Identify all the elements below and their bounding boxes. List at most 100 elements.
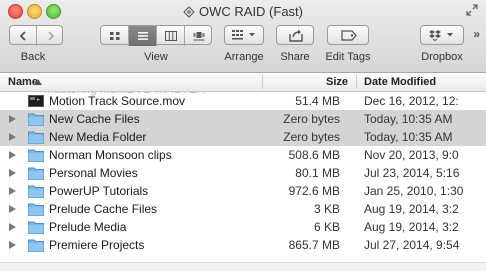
view-switcher bbox=[100, 25, 213, 46]
item-size: 6 KB bbox=[313, 220, 340, 234]
list-item[interactable]: New Media Folder Zero bytes Today, 10:35… bbox=[0, 128, 486, 146]
list-header: Name Size Date Modified bbox=[0, 73, 486, 92]
column-view-icon bbox=[164, 31, 177, 41]
item-date: Jul 23, 2014, 5:16 bbox=[364, 166, 460, 180]
edit-tags-group: Edit Tags bbox=[325, 25, 371, 67]
list-view-button[interactable] bbox=[129, 26, 157, 46]
window-title-text: OWC RAID (Fast) bbox=[199, 4, 303, 19]
list-item[interactable]: Prelude Cache Files 3 KB Aug 19, 2014, 3… bbox=[0, 200, 486, 218]
item-date: Aug 19, 2014, 3:2 bbox=[364, 220, 459, 234]
arrange-label: Arrange bbox=[224, 51, 264, 63]
item-size: 508.6 MB bbox=[288, 148, 340, 162]
size-column-header[interactable]: Size bbox=[316, 73, 348, 91]
finder-window: OWC RAID (Fast) Back View Arrange Share … bbox=[0, 0, 486, 271]
edit-tags-button[interactable] bbox=[327, 25, 369, 45]
item-size: 51.4 MB bbox=[295, 94, 340, 108]
folder-icon bbox=[28, 131, 44, 144]
share-icon bbox=[289, 29, 303, 42]
toolbar-overflow-button[interactable]: » bbox=[473, 27, 480, 41]
disclosure-triangle-icon[interactable] bbox=[9, 205, 16, 213]
list-item[interactable]: New Cache Files Zero bytes Today, 10:35 … bbox=[0, 110, 486, 128]
folder-icon bbox=[28, 149, 44, 162]
tag-icon bbox=[341, 30, 357, 41]
item-size: 972.6 MB bbox=[288, 184, 340, 198]
column-divider[interactable] bbox=[356, 75, 357, 89]
folder-icon bbox=[28, 203, 44, 216]
list-view-icon bbox=[137, 32, 148, 40]
share-label: Share bbox=[280, 51, 310, 63]
list-item[interactable]: Prelude Media 6 KB Aug 19, 2014, 3:2 bbox=[0, 218, 486, 236]
item-size: 865.7 MB bbox=[288, 238, 340, 252]
icon-view-icon bbox=[109, 32, 119, 40]
column-view-button[interactable] bbox=[157, 26, 185, 46]
item-date: Today, 10:35 AM bbox=[364, 130, 453, 144]
sort-ascending-icon bbox=[34, 79, 42, 85]
item-size: 3 KB bbox=[313, 202, 340, 216]
movie-file-icon bbox=[28, 95, 44, 107]
horizontal-scrollbar[interactable] bbox=[0, 262, 486, 271]
disclosure-triangle-icon[interactable] bbox=[9, 187, 16, 195]
item-size: 80.1 MB bbox=[295, 166, 340, 180]
dropbox-button[interactable] bbox=[420, 25, 464, 45]
back-forward-group: Back bbox=[9, 25, 63, 67]
back-button[interactable] bbox=[10, 26, 37, 46]
cover-flow-icon bbox=[193, 32, 205, 41]
cover-flow-button[interactable] bbox=[185, 26, 213, 46]
item-name: PowerUP Tutorials bbox=[49, 184, 149, 198]
folder-icon bbox=[28, 113, 44, 126]
disclosure-triangle-icon[interactable] bbox=[9, 133, 16, 141]
folder-icon bbox=[28, 221, 44, 234]
disclosure-triangle-icon[interactable] bbox=[9, 151, 16, 159]
item-name: Premiere Projects bbox=[49, 238, 145, 252]
dropbox-icon bbox=[429, 30, 453, 41]
item-date: Dec 16, 2012, 12: bbox=[364, 94, 459, 108]
arrange-button[interactable] bbox=[224, 25, 264, 45]
fullscreen-icon[interactable] bbox=[466, 4, 478, 16]
folder-icon bbox=[28, 239, 44, 252]
item-date: Aug 19, 2014, 3:2 bbox=[364, 202, 459, 216]
item-name: Prelude Media bbox=[49, 220, 127, 234]
disclosure-triangle-icon[interactable] bbox=[9, 169, 16, 177]
item-date: Today, 10:35 AM bbox=[364, 112, 453, 126]
icon-view-button[interactable] bbox=[101, 26, 129, 46]
list-item[interactable]: Motion Track Source.mov 51.4 MB Dec 16, … bbox=[0, 92, 486, 110]
item-date: Jul 27, 2014, 9:54 bbox=[364, 238, 460, 252]
share-group: Share bbox=[276, 25, 314, 67]
disclosure-triangle-icon[interactable] bbox=[9, 223, 16, 231]
view-group: View bbox=[100, 25, 212, 67]
date-column-header[interactable]: Date Modified bbox=[364, 73, 436, 91]
arrange-group: Arrange bbox=[224, 25, 264, 67]
forward-button[interactable] bbox=[37, 26, 64, 46]
list-item[interactable]: Norman Monsoon clips 508.6 MB Nov 20, 20… bbox=[0, 146, 486, 164]
share-button[interactable] bbox=[276, 25, 314, 45]
item-size: Zero bytes bbox=[283, 130, 340, 144]
list-item[interactable]: PowerUP Tutorials 972.6 MB Jan 25, 2010,… bbox=[0, 182, 486, 200]
column-divider[interactable] bbox=[262, 75, 263, 89]
back-arrow-icon bbox=[19, 31, 26, 41]
forward-arrow-icon bbox=[47, 31, 54, 41]
list-item[interactable]: Personal Movies 80.1 MB Jul 23, 2014, 5:… bbox=[0, 164, 486, 182]
item-name: Personal Movies bbox=[49, 166, 138, 180]
item-size: Zero bytes bbox=[283, 112, 340, 126]
size-column-label: Size bbox=[325, 76, 348, 88]
disclosure-triangle-icon[interactable] bbox=[9, 115, 16, 123]
dropbox-group: Dropbox bbox=[420, 25, 464, 67]
window-title: OWC RAID (Fast) bbox=[0, 4, 486, 20]
back-label: Back bbox=[20, 51, 46, 63]
date-column-label: Date Modified bbox=[364, 76, 437, 88]
folder-icon bbox=[28, 167, 44, 180]
list-item[interactable]: Premiere Projects 865.7 MB Jul 27, 2014,… bbox=[0, 236, 486, 254]
toolbar: OWC RAID (Fast) Back View Arrange Share … bbox=[0, 0, 486, 73]
folder-icon bbox=[28, 185, 44, 198]
dropbox-label: Dropbox bbox=[421, 51, 463, 63]
edit-tags-label: Edit Tags bbox=[325, 51, 371, 63]
item-name: Motion Track Source.mov bbox=[49, 94, 186, 108]
item-name: New Media Folder bbox=[49, 130, 147, 144]
view-label: View bbox=[144, 51, 168, 63]
disclosure-triangle-icon[interactable] bbox=[9, 241, 16, 249]
back-forward-control bbox=[9, 25, 64, 46]
item-date: Jan 25, 2010, 1:30 bbox=[364, 184, 464, 198]
item-date: Nov 20, 2013, 9:0 bbox=[364, 148, 459, 162]
item-name: Norman Monsoon clips bbox=[49, 148, 172, 162]
disk-icon bbox=[183, 6, 195, 18]
